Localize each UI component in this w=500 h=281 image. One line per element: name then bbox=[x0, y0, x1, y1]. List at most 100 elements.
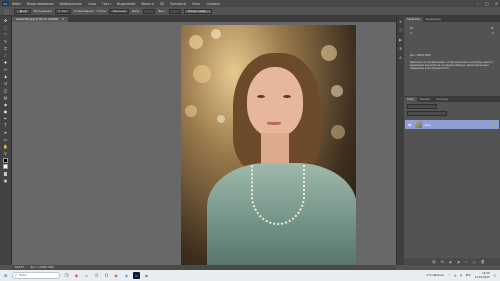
dodge-tool-icon[interactable]: ● bbox=[2, 109, 10, 115]
prop-width[interactable]: Ш: bbox=[410, 27, 414, 30]
layer-row[interactable]: 👁 Фон 🔒 bbox=[405, 120, 499, 129]
lasso-tool-icon[interactable]: ➰ bbox=[2, 32, 10, 38]
blur-tool-icon[interactable]: ◆ bbox=[2, 102, 10, 108]
gradient-tool-icon[interactable]: ▤ bbox=[2, 95, 10, 101]
layer-filter-select[interactable] bbox=[407, 104, 437, 109]
shape-tool-icon[interactable]: ▭ bbox=[2, 137, 10, 143]
width-label: Шир.: bbox=[132, 9, 141, 13]
trash-icon[interactable]: 🗑 bbox=[481, 260, 485, 264]
search-box[interactable]: ⚲ Поиск bbox=[12, 272, 60, 279]
menu-3d[interactable]: 3D bbox=[160, 2, 164, 6]
history-panel-icon[interactable]: ⧖ bbox=[398, 19, 403, 24]
layer-name: Фон bbox=[424, 122, 431, 127]
network-icon[interactable]: ◭ bbox=[454, 274, 456, 277]
pen-tool-icon[interactable]: ✒ bbox=[2, 116, 10, 122]
right-panels: Свойства Коррекция Ш: В: X: Y: Док: 1000… bbox=[404, 16, 500, 265]
crop-tool-icon[interactable]: ⌗ bbox=[2, 46, 10, 52]
tab-adjustments[interactable]: Коррекция bbox=[423, 17, 444, 22]
info-panel-icon[interactable]: ⓘ bbox=[398, 28, 403, 33]
menu-layer[interactable]: Слои bbox=[88, 2, 96, 6]
close-tab-icon[interactable]: ✕ bbox=[62, 18, 64, 21]
menu-view[interactable]: Просмотр bbox=[170, 2, 186, 6]
smooth-checkbox-label[interactable]: Сглаживание bbox=[74, 9, 94, 13]
prop-y[interactable]: Y: bbox=[492, 32, 494, 35]
healing-brush-icon[interactable]: ✚ bbox=[2, 60, 10, 66]
chrome-icon[interactable]: ◉ bbox=[73, 272, 80, 279]
opera-icon[interactable]: O bbox=[103, 272, 110, 279]
width-input[interactable] bbox=[143, 8, 156, 14]
height-input[interactable] bbox=[168, 8, 181, 14]
system-tray: -2°C Облачно ^ ◭ ◖ РУС 14:39 11.02.2023 … bbox=[426, 270, 496, 281]
screen-mode-icon[interactable]: ▣ bbox=[2, 177, 10, 183]
marquee-tool-icon[interactable]: ⬚ bbox=[2, 25, 10, 31]
menu-edit[interactable]: Редактирование bbox=[27, 2, 54, 6]
menu-window[interactable]: Окно bbox=[192, 2, 200, 6]
quick-select-tool-icon[interactable]: ✎ bbox=[2, 39, 10, 45]
notification-icon[interactable]: ▢ bbox=[494, 274, 496, 277]
style-select[interactable]: Обычный bbox=[109, 8, 130, 14]
minimize-icon[interactable]: – bbox=[477, 1, 479, 6]
media-icon[interactable]: ▶ bbox=[113, 272, 120, 279]
windows-start-icon[interactable]: ⊞ bbox=[2, 272, 9, 279]
character-panel-icon[interactable]: A bbox=[398, 55, 403, 60]
menu-select[interactable]: Выделение bbox=[117, 2, 135, 6]
tab-paths[interactable]: Контуры bbox=[433, 97, 451, 102]
background-color-swatch[interactable] bbox=[3, 164, 8, 170]
actions-panel-icon[interactable]: ▶ bbox=[398, 37, 403, 42]
zoom-tool-icon[interactable]: ⚲ bbox=[2, 151, 10, 157]
app-icon[interactable]: ◆ bbox=[143, 272, 150, 279]
task-view-icon[interactable]: ❐ bbox=[63, 272, 70, 279]
eraser-tool-icon[interactable]: ◫ bbox=[2, 88, 10, 94]
doc-info: Док: 1000×1500 bbox=[410, 54, 431, 57]
file-explorer-icon[interactable]: ▰ bbox=[83, 272, 90, 279]
type-tool-icon[interactable]: T bbox=[2, 123, 10, 129]
new-layer-icon[interactable]: ▢ bbox=[473, 260, 476, 264]
photoshop-logo: Ps bbox=[2, 1, 9, 6]
eyedropper-tool-icon[interactable]: ⁄ bbox=[2, 53, 10, 59]
yandex-icon[interactable]: Я bbox=[93, 272, 100, 279]
menu-filter[interactable]: Фильтр bbox=[141, 2, 153, 6]
refine-edge-button[interactable]: Уточн. край... bbox=[183, 8, 212, 14]
menu-type[interactable]: Текст bbox=[102, 2, 111, 6]
photoshop-taskbar-icon[interactable]: Ps bbox=[133, 272, 140, 279]
canvas-area[interactable] bbox=[12, 22, 396, 265]
tab-layers[interactable]: Слои bbox=[404, 97, 417, 102]
adjustment-icon[interactable]: ◑ bbox=[457, 260, 460, 264]
maximize-icon[interactable]: □ bbox=[485, 1, 489, 6]
volume-icon[interactable]: ◖ bbox=[460, 274, 461, 277]
tab-channels[interactable]: Каналы bbox=[417, 97, 433, 102]
stamp-tool-icon[interactable]: ♟ bbox=[2, 74, 10, 80]
prop-height[interactable]: В: bbox=[491, 27, 494, 30]
zoom-level[interactable]: 66,67% bbox=[15, 266, 25, 269]
mask-icon[interactable]: ◐ bbox=[449, 260, 452, 264]
store-icon[interactable]: ◈ bbox=[123, 272, 130, 279]
menu-help[interactable]: Справка bbox=[206, 2, 220, 6]
close-icon[interactable]: ✕ bbox=[495, 1, 498, 6]
feather-input[interactable]: 0 пикс bbox=[55, 8, 71, 14]
foreground-color-swatch[interactable] bbox=[3, 157, 8, 163]
blend-mode-select[interactable] bbox=[407, 111, 447, 116]
tray-arrow-icon[interactable]: ^ bbox=[448, 274, 450, 277]
hand-tool-icon[interactable]: ✋ bbox=[2, 144, 10, 150]
photo-girl-portrait[interactable] bbox=[181, 25, 356, 265]
paragraph-panel-icon[interactable]: ¶ bbox=[398, 46, 403, 51]
quick-mask-icon[interactable]: ◙ bbox=[2, 170, 10, 176]
visibility-eye-icon[interactable]: 👁 bbox=[408, 123, 412, 127]
tab-properties[interactable]: Свойства bbox=[404, 17, 423, 22]
prop-x[interactable]: X: bbox=[410, 32, 413, 35]
marquee-tool-icon[interactable]: ⬚ bbox=[3, 8, 11, 14]
tools-panel: ✥ ⬚ ➰ ✎ ⌗ ⁄ ✚ ✏ ♟ ↺ ◫ ▤ ◆ ● ✒ T ➤ ▭ ✋ ⚲ … bbox=[0, 16, 12, 265]
fx-icon[interactable]: fx bbox=[441, 260, 444, 264]
link-icon[interactable]: ⛓ bbox=[432, 260, 436, 264]
move-tool-icon[interactable]: ✥ bbox=[2, 18, 10, 24]
language-indicator[interactable]: РУС bbox=[466, 274, 471, 277]
path-select-tool-icon[interactable]: ➤ bbox=[2, 130, 10, 136]
folder-icon[interactable]: ▭ bbox=[465, 260, 468, 264]
weather[interactable]: -2°C Облачно bbox=[426, 274, 444, 277]
menu-image[interactable]: Изображение bbox=[60, 2, 82, 6]
selection-mode-icons[interactable]: ▢▣▤▥ bbox=[14, 8, 31, 14]
history-brush-icon[interactable]: ↺ bbox=[2, 81, 10, 87]
clock[interactable]: 14:39 11.02.2023 bbox=[475, 272, 490, 278]
brush-tool-icon[interactable]: ✏ bbox=[2, 67, 10, 73]
menu-file[interactable]: Файл bbox=[12, 2, 21, 6]
